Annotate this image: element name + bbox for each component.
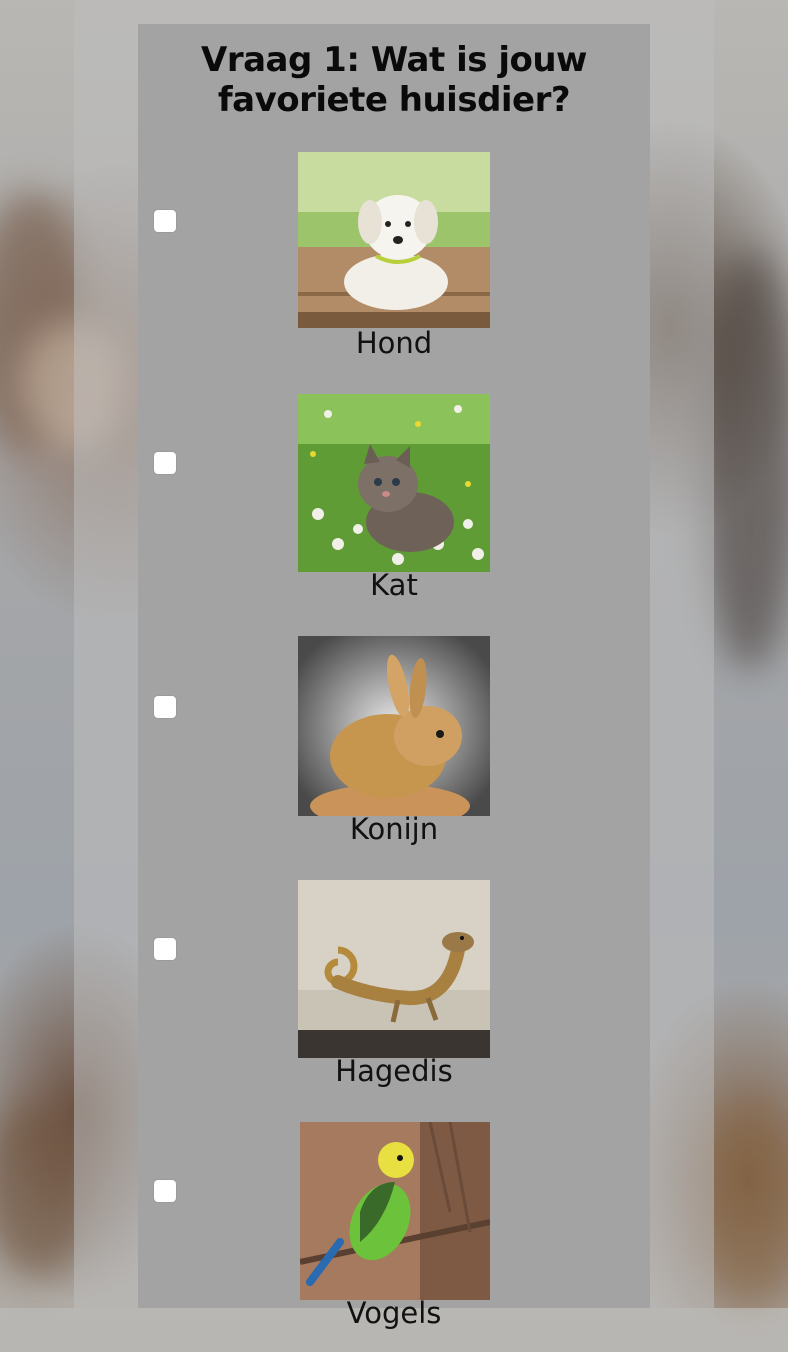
lizard-photo bbox=[298, 880, 490, 1058]
puppy-photo bbox=[298, 152, 490, 328]
option-vogels[interactable]: Vogels bbox=[138, 1122, 650, 1352]
checkbox-konijn[interactable] bbox=[154, 696, 176, 718]
option-label: Hond bbox=[355, 326, 433, 360]
checkbox-hond[interactable] bbox=[154, 210, 176, 232]
option-label: Vogels bbox=[346, 1296, 442, 1330]
option-kat[interactable]: Kat bbox=[138, 394, 650, 624]
kitten-photo bbox=[298, 394, 490, 572]
parakeet-photo bbox=[300, 1122, 490, 1300]
checkbox-vogels[interactable] bbox=[154, 1180, 176, 1202]
option-label: Hagedis bbox=[335, 1054, 453, 1088]
option-hagedis[interactable]: Hagedis bbox=[138, 880, 650, 1110]
option-hond[interactable]: Hond bbox=[138, 152, 650, 382]
checkbox-hagedis[interactable] bbox=[154, 938, 176, 960]
option-label: Konijn bbox=[349, 812, 439, 846]
option-konijn[interactable]: Konijn bbox=[138, 636, 650, 866]
question-title: Vraag 1: Wat is jouw favoriete huisdier? bbox=[201, 40, 587, 120]
option-label: Kat bbox=[370, 568, 418, 602]
checkbox-kat[interactable] bbox=[154, 452, 176, 474]
rabbit-photo bbox=[298, 636, 490, 816]
question-card: Vraag 1: Wat is jouw favoriete huisdier?… bbox=[138, 24, 650, 1330]
